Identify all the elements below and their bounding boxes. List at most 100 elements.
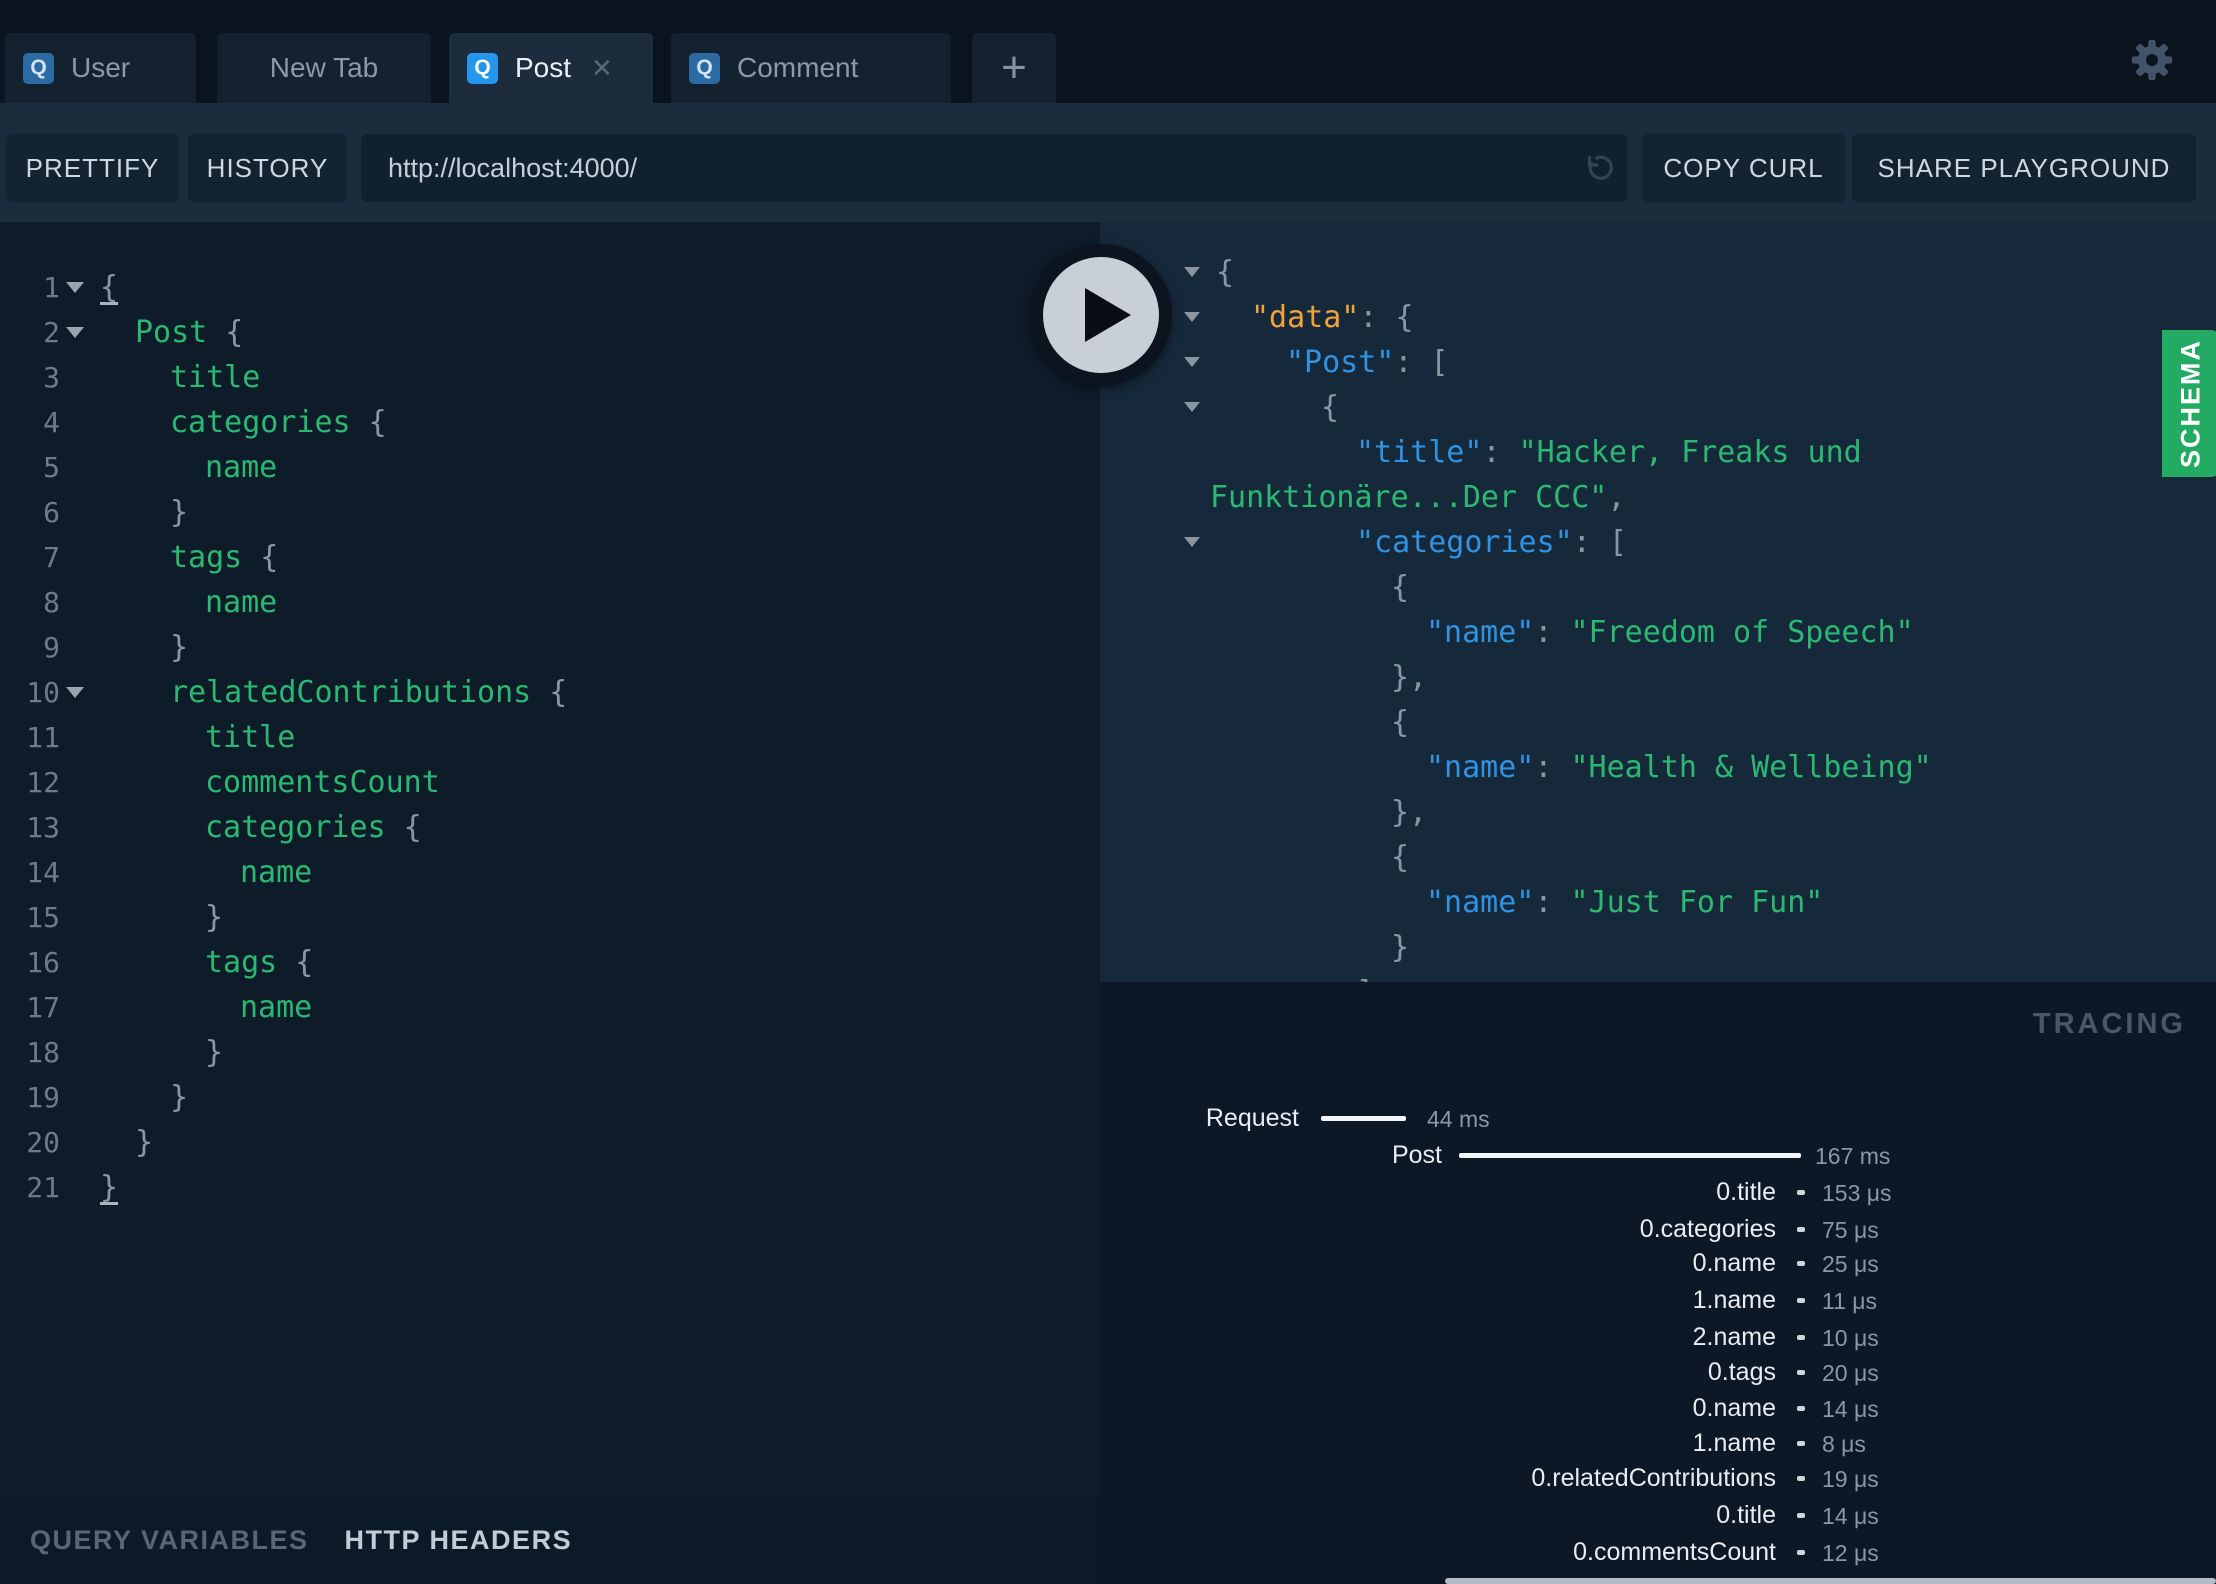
- punct-token: {: [1321, 390, 1340, 425]
- fold-arrow-icon[interactable]: [1184, 312, 1200, 322]
- editor-line: 3 title: [0, 355, 1100, 400]
- trace-tick: [1797, 1298, 1805, 1303]
- editor-line: 8 name: [0, 580, 1100, 625]
- line-number: 2: [43, 316, 60, 349]
- code-text: }: [170, 1075, 188, 1120]
- response-text: "name": "Just For Fun": [1426, 880, 1823, 925]
- trace-value: 25 μs: [1822, 1251, 1879, 1277]
- query-editor[interactable]: 1{2 Post {3 title 4 categories {5 name 6} 7 tags…: [0, 222, 1100, 1497]
- copy-curl-button[interactable]: COPY CURL: [1642, 134, 1845, 202]
- trace-value: 12 μs: [1822, 1540, 1879, 1566]
- response-line: },: [1100, 790, 2216, 835]
- field-token: commentsCount: [205, 765, 440, 800]
- trace-row: 1.name 8 μs: [1100, 1428, 2216, 1458]
- editor-line: 20}: [0, 1120, 1100, 1165]
- query-badge-icon: Q: [467, 52, 498, 84]
- code-text: name: [205, 445, 277, 490]
- fold-arrow-icon[interactable]: [66, 687, 84, 698]
- response-text: },: [1391, 790, 1427, 835]
- response-text: Funktionäre...Der CCC",: [1210, 475, 1625, 520]
- field-token: relatedContributions: [170, 675, 532, 710]
- code-text: }: [135, 1120, 153, 1165]
- punct-token: : {: [1359, 300, 1414, 335]
- trace-tick: [1797, 1550, 1805, 1555]
- history-button[interactable]: HISTORY: [188, 134, 347, 202]
- editor-line: 2 Post {: [0, 310, 1100, 355]
- response-text: "title": "Hacker, Freaks und: [1356, 430, 1862, 475]
- trace-tick: [1797, 1190, 1805, 1195]
- editor-line: 5 name: [0, 445, 1100, 490]
- line-number: 12: [26, 766, 60, 799]
- editor-line: 21}: [0, 1165, 1100, 1210]
- fold-arrow-icon[interactable]: [1184, 357, 1200, 367]
- punct-token: : [: [1572, 525, 1627, 560]
- editor-line: 9}: [0, 625, 1100, 670]
- line-number: 13: [26, 811, 60, 844]
- trace-row: 0.categories 75 μs: [1100, 1214, 2216, 1244]
- tab-user[interactable]: Q User: [5, 33, 196, 103]
- schema-tab[interactable]: SCHEMA: [2162, 330, 2216, 477]
- response-line: "data": {: [1100, 295, 2216, 340]
- response-line: ]: [1100, 970, 2216, 982]
- endpoint-url-input[interactable]: [361, 134, 1627, 202]
- trace-tick: [1797, 1513, 1805, 1518]
- horizontal-scrollbar[interactable]: [1445, 1578, 2216, 1584]
- settings-gear-icon[interactable]: [2129, 37, 2175, 83]
- editor-line: 10 relatedContributions {: [0, 670, 1100, 715]
- punct-token: :: [1482, 435, 1519, 470]
- line-number: 4: [43, 406, 60, 439]
- code-text: }: [170, 490, 188, 535]
- tab-comment[interactable]: Q Comment: [671, 33, 951, 103]
- trace-tick: [1797, 1227, 1805, 1232]
- tab-label: Post: [515, 52, 572, 83]
- response-text: "categories": [: [1356, 520, 1627, 565]
- trace-tick: [1797, 1370, 1805, 1375]
- prettify-button[interactable]: PRETTIFY: [6, 134, 179, 202]
- response-line: },: [1100, 655, 2216, 700]
- line-number: 20: [26, 1126, 60, 1159]
- editor-line: 14 name: [0, 850, 1100, 895]
- close-tab-icon[interactable]: ×: [592, 51, 612, 85]
- share-playground-button[interactable]: SHARE PLAYGROUND: [1852, 134, 2196, 202]
- punct-token: }: [170, 630, 189, 665]
- punct-token: },: [1391, 795, 1428, 830]
- editor-line: 17 name: [0, 985, 1100, 1030]
- reload-endpoint-icon[interactable]: [1579, 150, 1615, 186]
- trace-label: 0.categories: [1639, 1215, 1776, 1243]
- fold-arrow-icon[interactable]: [1184, 267, 1200, 277]
- editor-line: 4 categories {: [0, 400, 1100, 445]
- line-number: 9: [43, 631, 60, 664]
- response-line: {: [1100, 250, 2216, 295]
- fold-arrow-icon[interactable]: [1184, 537, 1200, 547]
- code-text: title: [170, 355, 260, 400]
- editor-line: 18}: [0, 1030, 1100, 1075]
- trace-value: 20 μs: [1822, 1360, 1879, 1386]
- tab-post[interactable]: Q Post ×: [449, 33, 653, 103]
- key-token: "name": [1426, 615, 1535, 650]
- response-line: {: [1100, 700, 2216, 745]
- execute-query-button[interactable]: [1030, 244, 1172, 386]
- trace-value: 14 μs: [1822, 1503, 1879, 1529]
- code-text: relatedContributions {: [170, 670, 567, 715]
- punct-token: ,: [1607, 480, 1626, 515]
- tab-new-tab[interactable]: New Tab: [217, 33, 431, 103]
- code-text: Post {: [135, 310, 243, 355]
- response-viewer: {"data": {"Post": [{"title": "Hacker, Fr…: [1100, 222, 2216, 982]
- string-token: "Hacker, Freaks und: [1518, 435, 1862, 470]
- punct-token: {: [207, 315, 244, 350]
- execute-button-disc: [1043, 257, 1159, 373]
- trace-label: Post: [1391, 1141, 1442, 1169]
- code-text: title: [205, 715, 295, 760]
- trace-tick: [1797, 1261, 1805, 1266]
- new-tab-button[interactable]: +: [972, 33, 1056, 103]
- trace-label: 1.name: [1692, 1286, 1776, 1314]
- query-badge-icon: Q: [689, 52, 720, 84]
- fold-arrow-icon[interactable]: [1184, 402, 1200, 412]
- string-token: "Just For Fun": [1570, 885, 1824, 920]
- http-headers-tab[interactable]: HTTP HEADERS: [345, 1525, 573, 1556]
- punct-token: }: [135, 1125, 154, 1160]
- fold-arrow-icon[interactable]: [66, 282, 84, 293]
- query-variables-tab[interactable]: QUERY VARIABLES: [30, 1525, 309, 1556]
- fold-arrow-icon[interactable]: [66, 327, 84, 338]
- tracing-title[interactable]: TRACING: [2033, 1008, 2186, 1041]
